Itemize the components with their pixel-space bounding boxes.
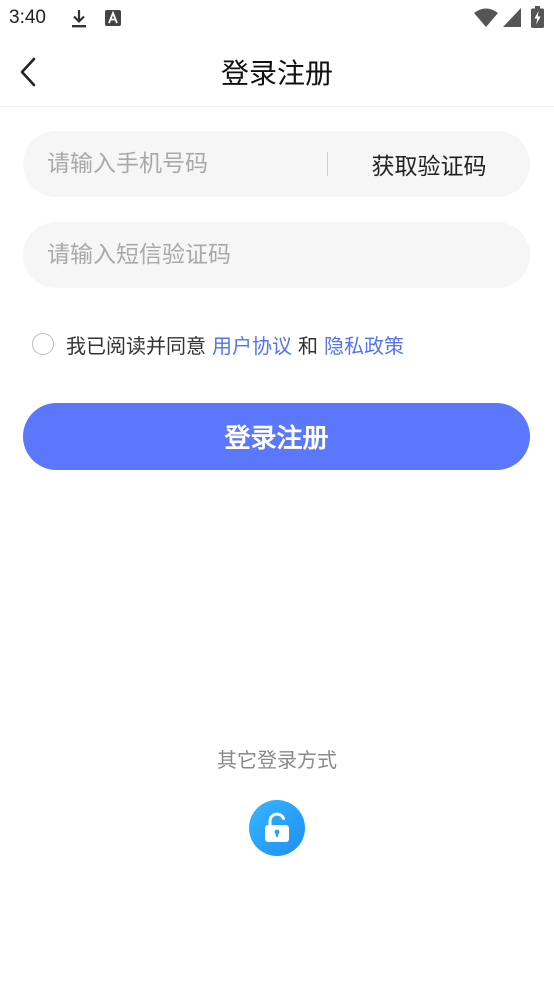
login-screen: 3:40 登录注册 请输入手机号码 获取验证码 请输入短信验证码 我已阅读并同意… [0, 0, 554, 984]
field-divider [327, 152, 328, 176]
unlock-login-button[interactable] [249, 800, 305, 856]
phone-field: 获取验证码 [23, 131, 530, 197]
agreement-and: 和 [298, 333, 318, 358]
login-register-button[interactable]: 登录注册 [23, 403, 530, 470]
phone-input[interactable] [47, 131, 317, 197]
privacy-policy-link[interactable]: 隐私政策 [324, 330, 404, 359]
status-time: 3:40 [9, 7, 46, 28]
signal-icon [503, 8, 521, 31]
user-agreement-link[interactable]: 用户协议 [212, 330, 292, 359]
wifi-icon [474, 8, 498, 32]
agreement-prefix: 我已阅读并同意 [66, 333, 206, 358]
other-login-label: 其它登录方式 [217, 748, 337, 772]
download-icon [70, 9, 88, 33]
unlock-icon [265, 812, 289, 842]
sms-code-input[interactable] [47, 222, 497, 288]
sms-code-field [23, 222, 530, 288]
get-code-button[interactable]: 获取验证码 [341, 131, 517, 197]
status-bar: 3:40 [0, 0, 554, 36]
agree-checkbox[interactable] [32, 333, 54, 355]
battery-icon [531, 6, 544, 32]
agreement-row: 我已阅读并同意 用户协议 和 隐私政策 [32, 330, 404, 358]
a-badge-icon [105, 10, 121, 30]
page-title: 登录注册 [220, 57, 333, 90]
header: 登录注册 [0, 36, 554, 107]
